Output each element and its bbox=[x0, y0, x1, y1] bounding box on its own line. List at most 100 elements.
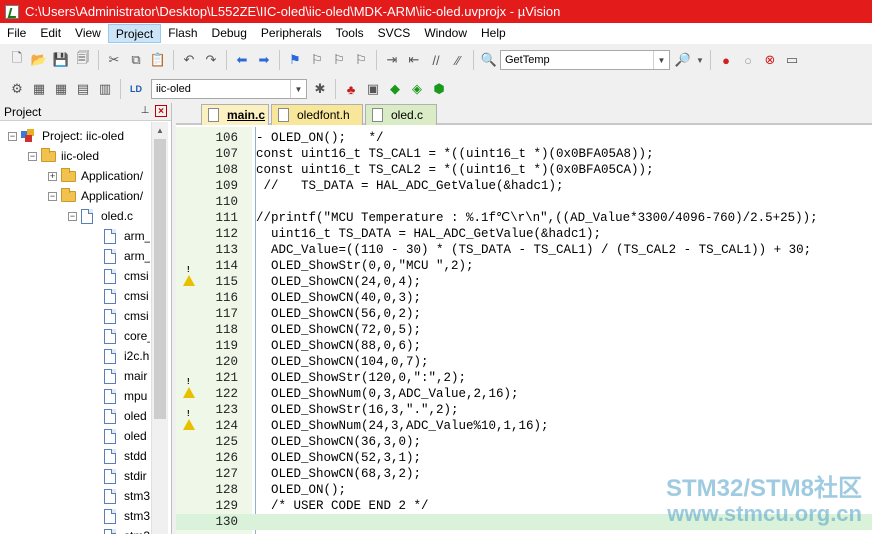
tree-item[interactable]: cmsi bbox=[104, 266, 149, 286]
tree-item[interactable]: oled bbox=[104, 426, 147, 446]
chevron-down-icon[interactable]: ▼ bbox=[653, 51, 669, 69]
tree-item[interactable]: mair bbox=[104, 366, 147, 386]
code-line[interactable]: 124 OLED_ShowNum(24,3,ADC_Value%10,1,16)… bbox=[176, 418, 872, 434]
code-line[interactable]: 110 bbox=[176, 194, 872, 210]
tree-item[interactable]: − iic-oled bbox=[28, 146, 99, 166]
tree-item[interactable]: cmsi bbox=[104, 286, 149, 306]
tree-item[interactable]: cmsi bbox=[104, 306, 149, 326]
menu-file[interactable]: File bbox=[0, 24, 33, 43]
disable-breakpoint-icon[interactable]: ○ bbox=[739, 51, 757, 69]
tree-item[interactable]: stm3 bbox=[104, 506, 150, 526]
tree-item[interactable]: core_ bbox=[104, 326, 150, 346]
warning-icon[interactable] bbox=[183, 372, 195, 398]
code-line[interactable]: 121 OLED_ShowStr(120,0,":",2); bbox=[176, 370, 872, 398]
tree-item[interactable]: stdd bbox=[104, 446, 147, 466]
close-icon[interactable]: × bbox=[155, 105, 167, 117]
function-combo[interactable]: GetTemp ▼ bbox=[500, 50, 670, 70]
manage-components-icon[interactable]: ♣ bbox=[342, 80, 360, 98]
warning-icon[interactable] bbox=[183, 404, 195, 430]
dropdown-arrow-icon[interactable]: ▼ bbox=[696, 51, 704, 69]
prev-bookmark-icon[interactable]: ⚐ bbox=[308, 51, 326, 69]
code-line[interactable]: 114 OLED_ShowStr(0,0,"MCU ",2); bbox=[176, 258, 872, 286]
paste-icon[interactable]: 📋 bbox=[149, 51, 167, 69]
stop-build-icon[interactable]: ▥ bbox=[96, 80, 114, 98]
code-line[interactable]: 116 OLED_ShowCN(40,0,3); bbox=[176, 290, 872, 306]
bookmark-icon[interactable]: ⚑ bbox=[286, 51, 304, 69]
menu-view[interactable]: View bbox=[68, 24, 108, 43]
uncomment-icon[interactable]: ∕∕ bbox=[449, 51, 467, 69]
collapse-icon[interactable]: − bbox=[48, 191, 57, 201]
code-line[interactable]: 108 const uint16_t TS_CAL2 = *((uint16_t … bbox=[176, 162, 872, 178]
indent-icon[interactable]: ⇥ bbox=[383, 51, 401, 69]
code-line[interactable]: 119 OLED_ShowCN(88,0,6); bbox=[176, 338, 872, 354]
code-line[interactable]: 112 uint16_t TS_DATA = HAL_ADC_GetValue(… bbox=[176, 226, 872, 242]
tab-oled-c[interactable]: oled.c bbox=[365, 104, 437, 125]
cut-icon[interactable]: ✂ bbox=[105, 51, 123, 69]
windows-icon[interactable]: ▭ bbox=[783, 51, 801, 69]
code-line[interactable]: 120 OLED_ShowCN(104,0,7); bbox=[176, 354, 872, 370]
tree-item[interactable]: arm_ bbox=[104, 226, 150, 246]
code-line[interactable]: 113 ADC_Value=((110 - 30) * (TS_DATA - T… bbox=[176, 242, 872, 258]
next-bookmark-icon[interactable]: ⚐ bbox=[330, 51, 348, 69]
build-icon[interactable]: ▦ bbox=[30, 80, 48, 98]
target-options-icon[interactable]: ✱ bbox=[311, 80, 329, 98]
pin-icon[interactable]: ⊥ bbox=[139, 105, 151, 117]
code-line[interactable]: 122 OLED_ShowNum(0,3,ADC_Value,2,16); bbox=[176, 386, 872, 402]
menu-edit[interactable]: Edit bbox=[33, 24, 68, 43]
scrollbar-thumb[interactable] bbox=[154, 139, 166, 419]
scroll-up-arrow-icon[interactable]: ▲ bbox=[152, 122, 168, 139]
tab-oledfont-h[interactable]: oledfont.h bbox=[271, 104, 363, 125]
menu-svcs[interactable]: SVCS bbox=[371, 24, 418, 43]
code-line[interactable]: 118 OLED_ShowCN(72,0,5); bbox=[176, 322, 872, 338]
menu-flash[interactable]: Flash bbox=[161, 24, 204, 43]
menu-project[interactable]: Project bbox=[107, 24, 162, 43]
tree-item[interactable]: + Application/ bbox=[48, 166, 143, 186]
navigate-forward-icon[interactable]: ➡ bbox=[255, 51, 273, 69]
find-in-files-icon[interactable]: 🔍 bbox=[480, 51, 498, 69]
find-icon[interactable]: 🔎 bbox=[674, 51, 692, 69]
menu-tools[interactable]: Tools bbox=[329, 24, 371, 43]
target-combo[interactable]: iic-oled ▼ bbox=[151, 79, 307, 99]
code-line[interactable]: 117 OLED_ShowCN(56,0,2); bbox=[176, 306, 872, 322]
code-line[interactable]: 106 - OLED_ON(); */ bbox=[176, 130, 872, 146]
pack-installer-icon[interactable]: ◆ bbox=[386, 80, 404, 98]
warning-icon[interactable] bbox=[183, 260, 195, 286]
navigate-back-icon[interactable]: ⬅ bbox=[233, 51, 251, 69]
translate-icon[interactable]: ⚙ bbox=[8, 80, 26, 98]
code-line[interactable]: 107 const uint16_t TS_CAL1 = *((uint16_t … bbox=[176, 146, 872, 162]
download-load-icon[interactable]: LD bbox=[127, 80, 145, 98]
save-all-icon[interactable]: 🗐 bbox=[74, 50, 92, 69]
collapse-icon[interactable]: − bbox=[8, 131, 17, 141]
unindent-icon[interactable]: ⇤ bbox=[405, 51, 423, 69]
open-file-icon[interactable]: 📂 bbox=[30, 51, 48, 69]
comment-icon[interactable]: // bbox=[427, 51, 445, 69]
tree-item[interactable]: stm3 bbox=[104, 526, 150, 534]
kill-breakpoints-icon[interactable]: ⊗ bbox=[761, 51, 779, 69]
menu-debug[interactable]: Debug bbox=[205, 24, 254, 43]
collapse-icon[interactable]: − bbox=[68, 211, 77, 221]
code-line[interactable]: 111 //printf("MCU Temperature : %.1f℃\r\n… bbox=[176, 210, 872, 226]
tree-item[interactable]: arm_ bbox=[104, 246, 150, 266]
code-line[interactable]: 123 OLED_ShowStr(16,3,".",2); bbox=[176, 402, 872, 430]
code-area[interactable]: 106 - OLED_ON(); */ 107 const uint16_t TS_C… bbox=[176, 127, 872, 534]
tree-item[interactable]: stm3 bbox=[104, 486, 150, 506]
save-icon[interactable]: 💾 bbox=[52, 51, 70, 69]
tree-item[interactable]: oled bbox=[104, 406, 147, 426]
file-extensions-icon[interactable]: ▣ bbox=[364, 80, 382, 98]
menu-peripherals[interactable]: Peripherals bbox=[254, 24, 329, 43]
code-line[interactable]: 109 // TS_DATA = HAL_ADC_GetValue(&hadc1… bbox=[176, 178, 872, 194]
menu-window[interactable]: Window bbox=[417, 24, 474, 43]
tree-item[interactable]: − Application/ bbox=[48, 186, 143, 206]
tree-item[interactable]: − Project: iic-oled bbox=[8, 126, 124, 146]
select-packs-icon[interactable]: ◈ bbox=[408, 80, 426, 98]
code-line[interactable]: 126 OLED_ShowCN(52,3,1); bbox=[176, 450, 872, 466]
code-line[interactable]: 115 OLED_ShowCN(24,0,4); bbox=[176, 274, 872, 290]
code-line[interactable]: 125 OLED_ShowCN(36,3,0); bbox=[176, 434, 872, 450]
expand-icon[interactable]: + bbox=[48, 171, 57, 181]
software-packs-icon[interactable]: ⬢ bbox=[430, 80, 448, 98]
menu-help[interactable]: Help bbox=[474, 24, 513, 43]
tree-item[interactable]: i2c.h bbox=[104, 346, 149, 366]
collapse-icon[interactable]: − bbox=[28, 151, 37, 161]
breakpoint-icon[interactable]: ● bbox=[717, 51, 735, 69]
new-file-icon[interactable]: 🗋 bbox=[8, 50, 26, 69]
